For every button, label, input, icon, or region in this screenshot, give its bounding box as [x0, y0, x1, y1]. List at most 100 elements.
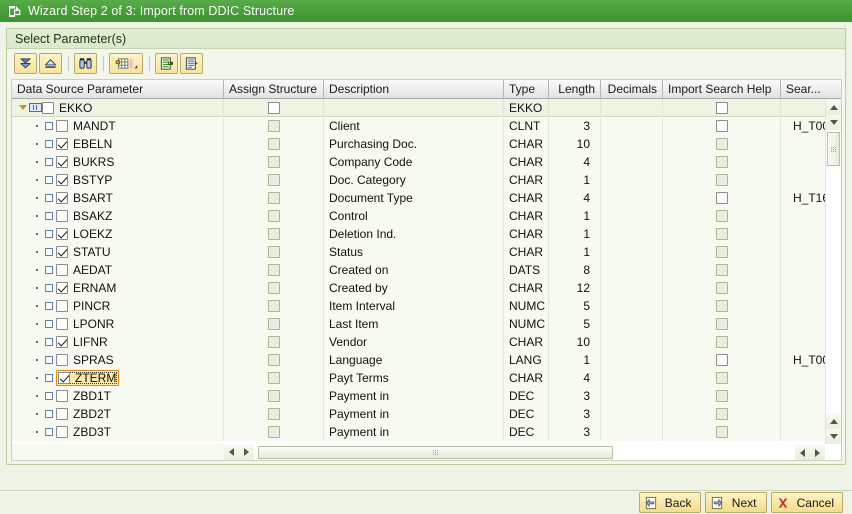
row-select-checkbox[interactable] [56, 138, 68, 150]
expand-collapse-toggle[interactable] [17, 99, 28, 117]
row-select-checkbox[interactable] [56, 246, 68, 258]
parameter-name: ZTERM [75, 371, 117, 385]
cell-description: Deletion Ind. [324, 225, 504, 243]
horizontal-scroll-arrows[interactable] [224, 444, 254, 460]
row-select-checkbox[interactable] [42, 101, 54, 114]
expand-all-button[interactable] [14, 53, 37, 74]
column-header-assign-structure[interactable]: Assign Structure [224, 80, 324, 98]
table-row[interactable]: BSTYP Doc. Category CHAR 1 [12, 171, 841, 189]
cancel-button[interactable]: Cancel [770, 492, 843, 513]
tree-bullet [31, 351, 42, 369]
arrow-down-icon [829, 434, 838, 439]
column-header-description[interactable]: Description [324, 80, 504, 98]
field-node-icon [42, 261, 56, 279]
table-row[interactable]: BUKRS Company Code CHAR 4 [12, 153, 841, 171]
table-row[interactable]: ZBD2T Payment in DEC 3 [12, 405, 841, 423]
horizontal-scrollbar[interactable] [224, 444, 825, 460]
cell-import-search-help [663, 351, 781, 369]
scroll-page-down-button[interactable] [826, 115, 841, 130]
cell-length: 3 [549, 387, 601, 405]
import-search-help-checkbox[interactable] [715, 192, 728, 204]
row-select-checkbox[interactable] [56, 318, 68, 330]
row-select-checkbox[interactable] [56, 408, 68, 420]
parameters-grid: Data Source Parameter Assign Structure Des… [11, 79, 842, 461]
row-select-checkbox[interactable] [56, 174, 68, 186]
column-header-decimals[interactable]: Decimals [601, 80, 663, 98]
column-header-length[interactable]: Length [549, 80, 601, 98]
arrow-left-icon [800, 448, 805, 457]
row-select-checkbox[interactable] [56, 336, 68, 348]
cell-data-source-parameter: STATU [12, 243, 224, 261]
table-row[interactable]: ERNAM Created by CHAR 12 [12, 279, 841, 297]
column-header-data-source-parameter[interactable]: Data Source Parameter [12, 80, 224, 98]
tree-node: ZTERM [17, 369, 120, 387]
table-row[interactable]: ZBD3T Payment in DEC 3 [12, 423, 841, 441]
tree-bullet [31, 423, 42, 441]
row-select-checkbox[interactable] [56, 192, 68, 204]
table-row[interactable]: ZBD1T Payment in DEC 3 [12, 387, 841, 405]
row-select-checkbox[interactable] [56, 300, 68, 312]
column-header-type[interactable]: Type [504, 80, 549, 98]
table-row[interactable]: PINCR Item Interval NUMC 5 [12, 297, 841, 315]
import-search-help-checkbox [715, 228, 728, 240]
table-row[interactable]: EKKO EKKO [12, 99, 841, 117]
display-list-button[interactable] [180, 53, 203, 74]
column-header-import-search-help[interactable]: Import Search Help [663, 80, 781, 98]
row-select-checkbox[interactable] [56, 264, 68, 276]
vertical-scroll-track[interactable] [827, 166, 839, 414]
row-select-checkbox[interactable] [56, 120, 68, 132]
table-row[interactable]: BSART Document Type CHAR 4 H_T161 [12, 189, 841, 207]
horizontal-scroll-end-arrows[interactable] [795, 445, 825, 460]
cell-type: DATS [504, 261, 549, 279]
vertical-scroll-thumb[interactable] [827, 132, 840, 166]
field-node-icon [42, 405, 56, 423]
scroll-page-up-button[interactable] [826, 414, 841, 429]
scroll-left-button[interactable] [224, 444, 239, 460]
row-select-checkbox[interactable] [56, 354, 68, 366]
row-select-checkbox[interactable] [56, 210, 68, 222]
horizontal-scroll-thumb[interactable] [258, 446, 613, 459]
table-row[interactable]: LIFNR Vendor CHAR 10 [12, 333, 841, 351]
import-search-help-checkbox[interactable] [715, 101, 728, 114]
row-select-checkbox[interactable] [56, 228, 68, 240]
detail-list-button[interactable] [155, 53, 178, 74]
scroll-down-button[interactable] [826, 429, 841, 444]
layout-button[interactable] [109, 53, 143, 74]
table-row[interactable]: ZTERM Payt Terms CHAR 4 [12, 369, 841, 387]
column-header-sear[interactable]: Sear... [781, 80, 841, 98]
cell-import-search-help [663, 225, 781, 243]
scroll-right-end-button[interactable] [810, 445, 825, 460]
tree-bullet [31, 279, 42, 297]
cell-description: Language [324, 351, 504, 369]
vertical-scrollbar[interactable] [825, 100, 841, 444]
table-row[interactable]: SPRAS Language LANG 1 H_T002 [12, 351, 841, 369]
next-button[interactable]: Next [704, 492, 767, 513]
scroll-right-button[interactable] [239, 444, 254, 460]
back-button[interactable]: Back [638, 492, 701, 513]
scroll-left-end-button[interactable] [795, 445, 810, 460]
row-select-checkbox[interactable] [58, 372, 70, 384]
table-row[interactable]: BSAKZ Control CHAR 1 [12, 207, 841, 225]
row-select-checkbox[interactable] [56, 426, 68, 438]
tree-bullet [31, 153, 42, 171]
table-row[interactable]: AEDAT Created on DATS 8 [12, 261, 841, 279]
cell-decimals [601, 405, 663, 423]
table-row[interactable]: MANDT Client CLNT 3 H_T000 [12, 117, 841, 135]
table-row[interactable]: LPONR Last Item NUMC 5 [12, 315, 841, 333]
table-row[interactable]: EBELN Purchasing Doc. CHAR 10 [12, 135, 841, 153]
tree-node: BSAKZ [17, 207, 112, 225]
assign-structure-checkbox[interactable] [267, 101, 280, 114]
row-select-checkbox[interactable] [56, 390, 68, 402]
row-select-checkbox[interactable] [56, 156, 68, 168]
table-row[interactable]: STATU Status CHAR 1 [12, 243, 841, 261]
cell-length: 1 [549, 243, 601, 261]
import-search-help-checkbox[interactable] [715, 354, 728, 366]
collapse-all-button[interactable] [39, 53, 62, 74]
find-button[interactable] [74, 53, 97, 74]
row-select-checkbox[interactable] [56, 282, 68, 294]
panel-title: Select Parameter(s) [7, 29, 845, 49]
field-node-icon [42, 243, 56, 261]
table-row[interactable]: LOEKZ Deletion Ind. CHAR 1 [12, 225, 841, 243]
scroll-up-button[interactable] [826, 100, 841, 115]
import-search-help-checkbox[interactable] [715, 120, 728, 132]
